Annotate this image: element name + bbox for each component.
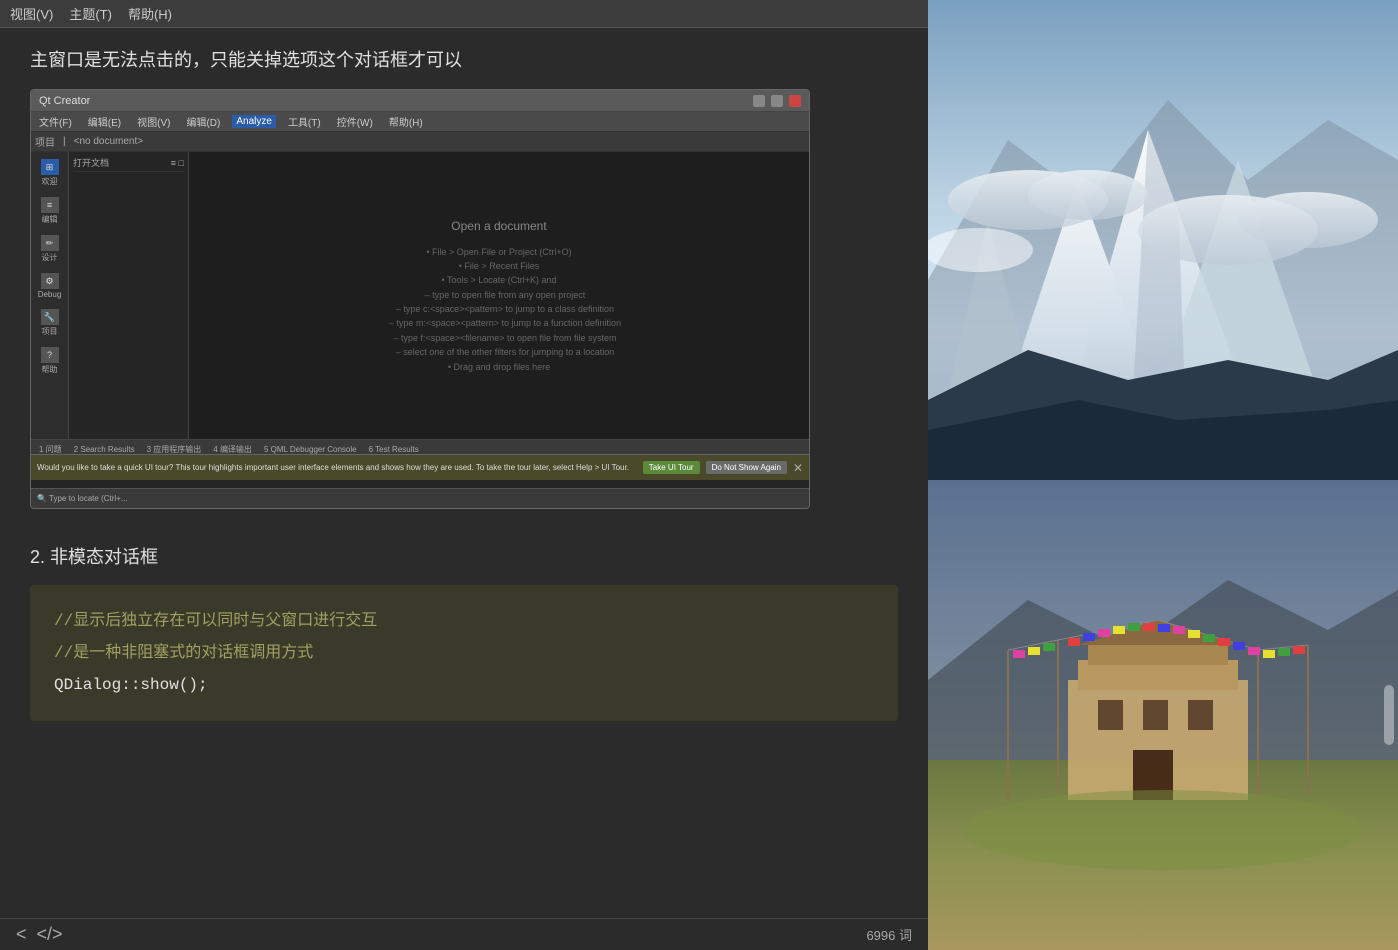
- right-scrollbar[interactable]: [1384, 685, 1394, 745]
- qt-menu-controls[interactable]: 控件(W): [333, 113, 377, 130]
- qt-open-doc-item-7: – select one of the other filters for ju…: [384, 345, 615, 359]
- qt-menu-edit[interactable]: 编辑(E): [84, 113, 125, 130]
- top-menubar: 视图(V) 主题(T) 帮助(H): [0, 0, 928, 28]
- qt-notification-bar: Would you like to take a quick UI tour? …: [31, 454, 809, 480]
- qt-status-bar: 🔍 Type to locate (Ctrl+...: [31, 488, 809, 508]
- menu-theme[interactable]: 主题(T): [69, 4, 112, 23]
- qt-notification-text: Would you like to take a quick UI tour? …: [37, 463, 637, 472]
- qt-open-doc-item-6: – type f:<space><filename> to open file …: [381, 331, 616, 345]
- qt-sidebar-projects[interactable]: 🔧 项目: [31, 306, 68, 340]
- left-panel: 视图(V) 主题(T) 帮助(H) 主窗口是无法点击的，只能关掉选项这个对话框才…: [0, 0, 928, 950]
- qt-design-label: 设计: [42, 252, 58, 263]
- qt-sidebar: ⊞ 欢迎 ≡ 编辑 ✏ 设计 ⚙ Debug: [31, 152, 69, 439]
- word-count: 6996 词: [866, 925, 912, 944]
- qt-minimize-btn[interactable]: [753, 95, 765, 107]
- qt-menu-file[interactable]: 文件(F): [35, 113, 76, 130]
- qt-body: ⊞ 欢迎 ≡ 编辑 ✏ 设计 ⚙ Debug: [31, 152, 809, 439]
- qt-file-panel-icons: ≡ □: [171, 158, 184, 168]
- qt-menu-help[interactable]: 帮助(H): [385, 113, 427, 130]
- qt-design-icon: ✏: [41, 235, 59, 251]
- section1-heading: 主窗口是无法点击的，只能关掉选项这个对话框才可以: [30, 48, 898, 73]
- qt-status-locate: 🔍 Type to locate (Ctrl+...: [37, 494, 128, 503]
- qt-sidebar-debug[interactable]: ⚙ Debug: [31, 270, 68, 302]
- qt-sidebar-help[interactable]: ? 帮助: [31, 344, 68, 378]
- qt-open-doc-item-3: – type to open file from any open projec…: [413, 288, 586, 302]
- content-area: 主窗口是无法点击的，只能关掉选项这个对话框才可以 Qt Creator 文件(F…: [0, 28, 928, 918]
- code-line-1: QDialog::show();: [54, 669, 874, 701]
- qt-help-label: 帮助: [42, 364, 58, 375]
- qt-editor-open-doc: Open a document • File > Open File or Pr…: [189, 152, 809, 439]
- qt-file-panel-header: 打开文档 ≡ □: [73, 156, 184, 172]
- qt-menubar: 文件(F) 编辑(E) 视图(V) 编辑(D) Analyze 工具(T) 控件…: [31, 112, 809, 132]
- qt-take-tour-btn[interactable]: Take UI Tour: [643, 461, 700, 474]
- menu-view[interactable]: 视图(V): [10, 4, 53, 23]
- menu-help[interactable]: 帮助(H): [128, 4, 172, 23]
- bottom-nav-code[interactable]: </>: [37, 924, 63, 945]
- qt-menu-analyze[interactable]: Analyze: [232, 115, 276, 128]
- code-comment-2: //是一种非阻塞式的对话框调用方式: [54, 637, 874, 669]
- qt-titlebar-buttons: [753, 95, 801, 107]
- qt-notification-close-icon[interactable]: ✕: [793, 461, 803, 475]
- qt-toolbar-divider: |: [63, 136, 66, 147]
- qt-open-doc-item-8: • Drag and drop files here: [448, 360, 550, 374]
- qt-edit-icon: ≡: [41, 197, 59, 213]
- mountain-svg: [928, 0, 1398, 480]
- bottom-nav-prev[interactable]: <: [16, 924, 27, 945]
- qt-welcome-label: 欢迎: [42, 176, 58, 187]
- section2: 2. 非模态对话框 //显示后独立存在可以同时与父窗口进行交互 //是一种非阻塞…: [30, 543, 898, 731]
- qt-open-doc-item-4: – type c:<space><pattern> to jump to a c…: [384, 302, 614, 316]
- right-panel: [928, 0, 1398, 950]
- code-comment-1: //显示后独立存在可以同时与父窗口进行交互: [54, 605, 874, 637]
- qt-menu-tools[interactable]: 工具(T): [284, 113, 325, 130]
- qt-file-panel-title: 打开文档: [73, 156, 109, 169]
- code-block: //显示后独立存在可以同时与父窗口进行交互 //是一种非阻塞式的对话框调用方式 …: [30, 585, 898, 721]
- qt-projects-label: 项目: [42, 326, 58, 337]
- qt-debug-label: Debug: [38, 290, 62, 299]
- qt-do-not-show-btn[interactable]: Do Not Show Again: [706, 461, 787, 474]
- qt-open-doc-title: Open a document: [451, 217, 546, 236]
- qt-file-panel: 打开文档 ≡ □: [69, 152, 189, 439]
- qt-title-text: Qt Creator: [39, 95, 90, 107]
- qt-toolbar: 项目 | <no document>: [31, 132, 809, 152]
- qt-titlebar: Qt Creator: [31, 90, 809, 112]
- qt-close-btn[interactable]: [789, 95, 801, 107]
- qt-sidebar-welcome[interactable]: ⊞ 欢迎: [31, 156, 68, 190]
- qt-open-doc-item-5: – type m:<space><pattern> to jump to a f…: [377, 316, 621, 330]
- bottom-nav-left: < </>: [16, 924, 63, 945]
- tibetan-scene-svg: [928, 480, 1398, 950]
- qt-menu-build[interactable]: 编辑(D): [182, 113, 224, 130]
- right-photo-bottom: [928, 480, 1398, 950]
- qt-open-doc-item-0: • File > Open File or Project (Ctrl+O): [426, 245, 571, 259]
- qt-toolbar-no-doc: <no document>: [74, 136, 144, 147]
- bottom-bar: < </> 6996 词: [0, 918, 928, 950]
- qt-maximize-btn[interactable]: [771, 95, 783, 107]
- qt-sidebar-edit[interactable]: ≡ 编辑: [31, 194, 68, 228]
- qt-sidebar-design[interactable]: ✏ 设计: [31, 232, 68, 266]
- right-photo-top: [928, 0, 1398, 480]
- qt-debug-icon: ⚙: [41, 273, 59, 289]
- qt-menu-view[interactable]: 视图(V): [133, 113, 174, 130]
- qt-projects-icon: 🔧: [41, 309, 59, 325]
- qt-editor: Open a document • File > Open File or Pr…: [189, 152, 809, 439]
- qt-open-doc-item-1: • File > Recent Files: [459, 259, 539, 273]
- qt-toolbar-project-label: 项目: [35, 134, 55, 149]
- qt-creator-mockup: Qt Creator 文件(F) 编辑(E) 视图(V) 编辑(D) Analy…: [30, 89, 810, 509]
- section2-heading: 2. 非模态对话框: [30, 543, 898, 569]
- qt-open-doc-item-2: • Tools > Locate (Ctrl+K) and: [441, 273, 556, 287]
- qt-help-icon: ?: [41, 347, 59, 363]
- qt-welcome-icon: ⊞: [41, 159, 59, 175]
- qt-edit-label: 编辑: [42, 214, 58, 225]
